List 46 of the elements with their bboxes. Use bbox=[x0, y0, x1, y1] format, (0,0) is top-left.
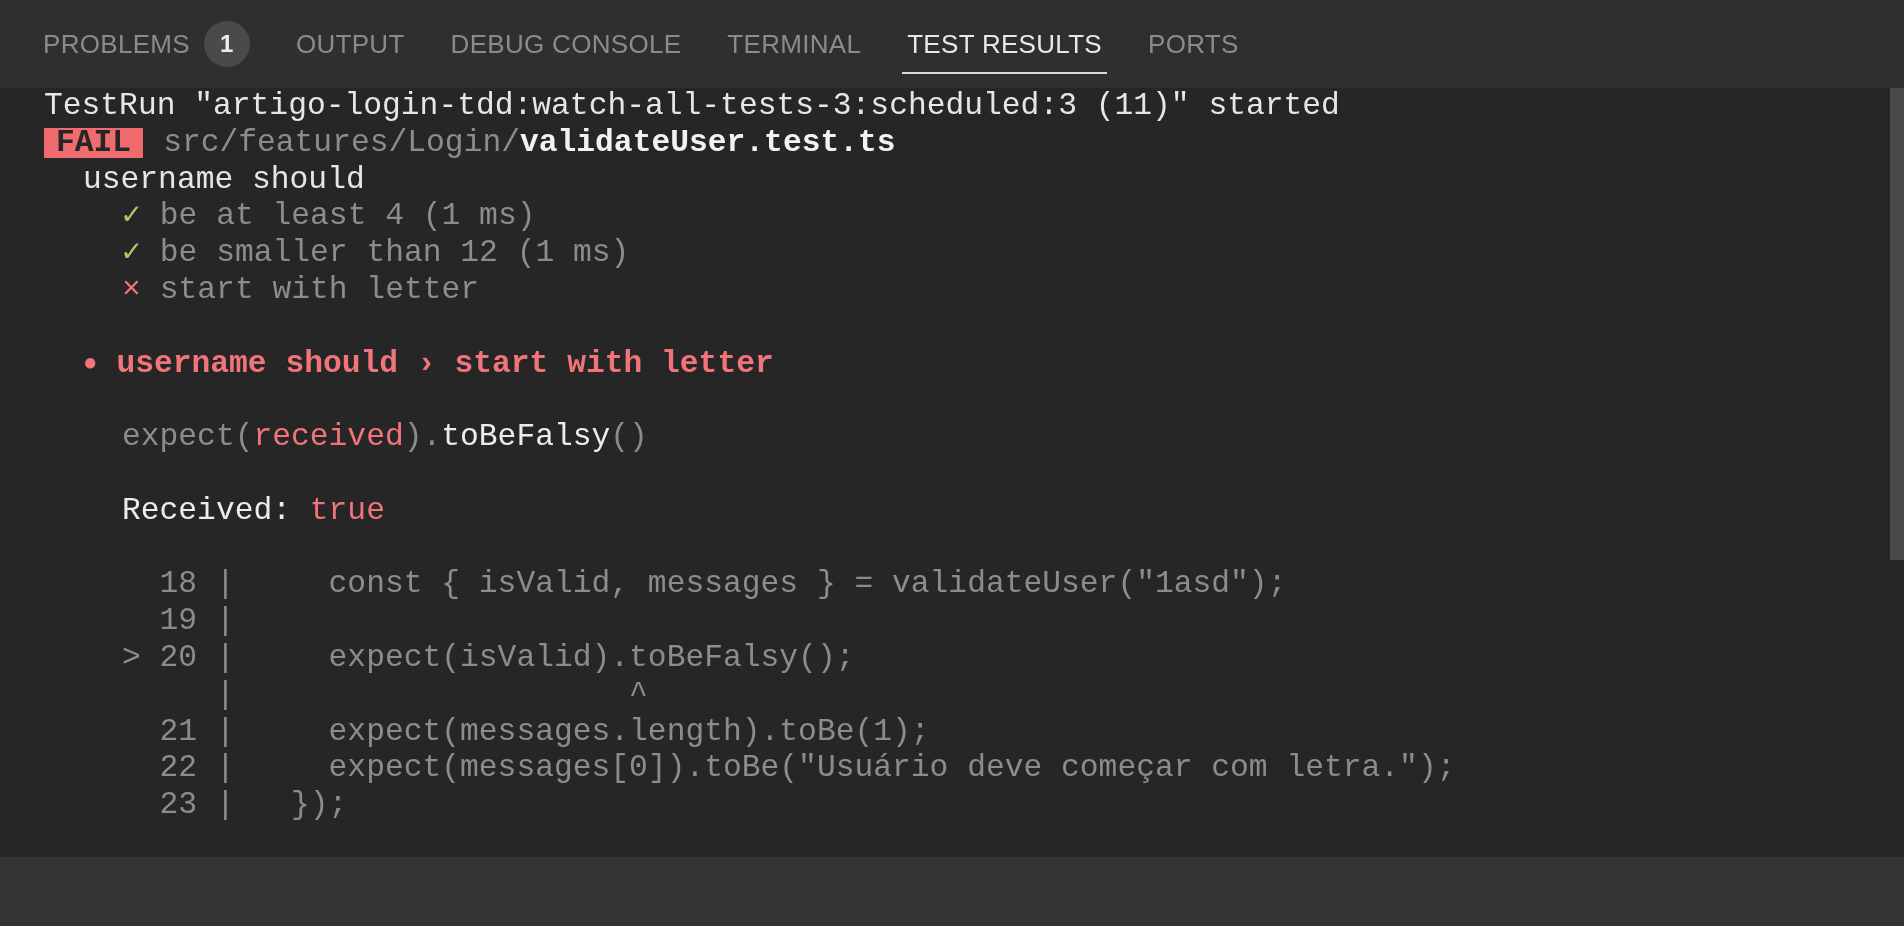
pass-mark: ✓ bbox=[122, 235, 141, 272]
test-name: start with letter bbox=[159, 272, 480, 309]
code-line: const { isValid, messages } = validateUser("1asd"); bbox=[327, 566, 1287, 604]
line-number: 19 bbox=[159, 603, 198, 640]
line-number: 18 bbox=[159, 566, 198, 604]
panel-tab[interactable]: PROBLEMS 1 bbox=[20, 0, 273, 88]
failure-title: username should › start with letter bbox=[116, 345, 774, 383]
gutter-text: | bbox=[215, 566, 235, 604]
gutter-text: | bbox=[215, 750, 235, 788]
line-number: 22 bbox=[159, 750, 198, 788]
gutter-text: | bbox=[215, 639, 235, 677]
gutter-text: | bbox=[215, 603, 235, 640]
code-token: toBeFalsy bbox=[441, 419, 611, 456]
suite-name: username should bbox=[83, 161, 365, 199]
received-line: Received: true bbox=[122, 492, 385, 530]
code-token: expect( bbox=[122, 419, 254, 456]
line-number: 23 bbox=[159, 787, 198, 824]
code-line: expect(isValid).toBeFalsy(); bbox=[327, 639, 855, 677]
line-number: 21 bbox=[159, 713, 198, 751]
panel-tab[interactable]: OUTPUT bbox=[272, 0, 428, 88]
test-name: be smaller than 12 (1 ms) bbox=[159, 235, 630, 272]
test-name: be at least 4 (1 ms) bbox=[159, 198, 536, 236]
fail-mark: × bbox=[122, 272, 141, 309]
code-line: expect(messages.length).toBe(1); bbox=[327, 713, 930, 751]
line-marker: > bbox=[122, 639, 141, 677]
log-line: TestRun "artigo-login-tdd:watch-all-tests-3:scheduled:3 (11)" started bbox=[44, 88, 1340, 125]
pass-mark: ✓ bbox=[122, 198, 141, 236]
code-line: expect(messages[0]).toBe("Usuário deve começar com letra."); bbox=[327, 750, 1456, 788]
caret-mark: ^ bbox=[628, 676, 648, 714]
bullet-mark: ● bbox=[83, 348, 98, 379]
panel-tab[interactable]: TEST RESULTS bbox=[884, 0, 1125, 88]
panel-tab[interactable]: TERMINAL bbox=[704, 0, 885, 88]
status-badge: FAIL bbox=[44, 128, 144, 159]
panel-tab[interactable]: PORTS bbox=[1125, 0, 1262, 88]
gutter-text: | bbox=[215, 713, 235, 751]
code-token: received bbox=[253, 419, 404, 456]
gutter-text: | bbox=[215, 676, 235, 714]
file-path: src/features/Login/validateUser.test.ts bbox=[163, 124, 896, 162]
line-number: 20 bbox=[159, 639, 198, 677]
code-line: }); bbox=[290, 787, 348, 824]
count-badge: 1 bbox=[203, 21, 250, 67]
code-token: ). bbox=[403, 419, 442, 456]
code-token: () bbox=[610, 419, 648, 456]
scrollbar-thumb[interactable] bbox=[1890, 88, 1904, 560]
panel-tab[interactable]: DEBUG CONSOLE bbox=[427, 0, 705, 88]
gutter-text: | bbox=[215, 787, 235, 824]
